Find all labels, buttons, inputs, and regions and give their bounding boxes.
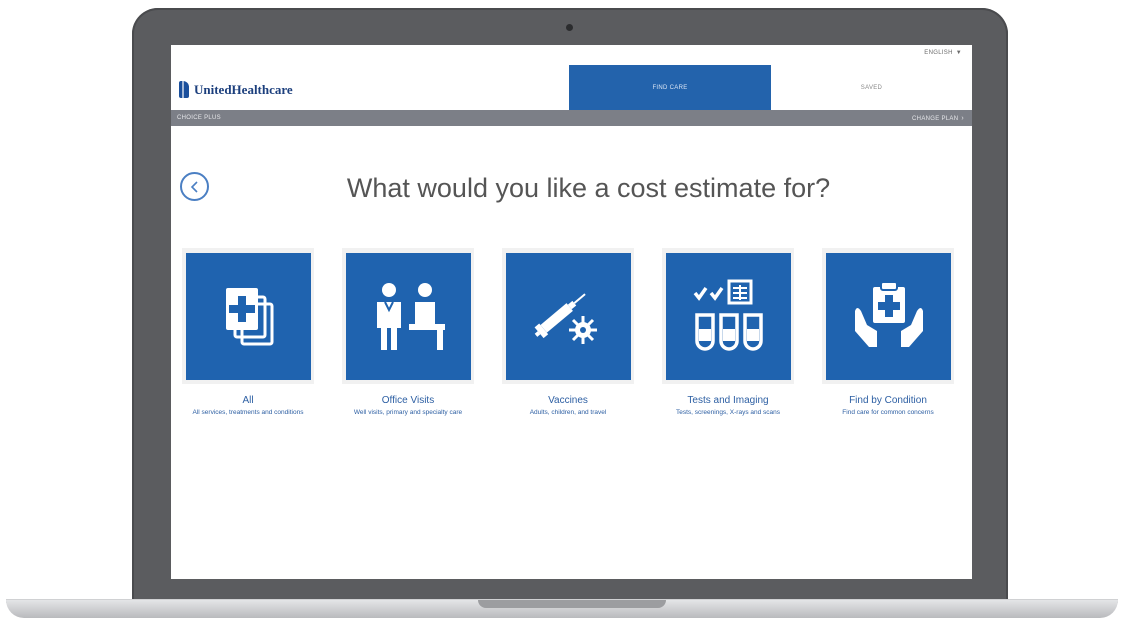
laptop-notch xyxy=(478,600,666,608)
card-description: Well visits, primary and specialty care xyxy=(353,409,463,416)
card-description: Find care for common concerns xyxy=(842,409,934,416)
card-tile[interactable] xyxy=(186,253,311,380)
language-selector[interactable]: ENGLISH ▼ xyxy=(924,50,962,56)
card-title: Office Visits xyxy=(381,395,435,406)
change-plan-label: CHANGE PLAN xyxy=(912,116,959,122)
logo-mark-icon xyxy=(179,81,189,98)
brand-name: UnitedHealthcare xyxy=(194,81,293,97)
card-tile[interactable] xyxy=(666,253,791,380)
plan-name: CHOICE PLUS xyxy=(177,115,221,121)
plan-bar: CHOICE PLUS CHANGE PLAN › xyxy=(171,110,972,126)
syringe-virus-icon xyxy=(534,292,597,344)
card-description: Adults, children, and travel xyxy=(529,409,607,416)
card-description: Tests, screenings, X-rays and scans xyxy=(675,409,781,416)
card-office-visits[interactable]: Office Visits Well visits, primary and s… xyxy=(342,248,474,416)
card-title: All xyxy=(242,395,254,406)
test-tubes-xray-icon xyxy=(693,279,763,351)
card-vaccines[interactable]: Vaccines Adults, children, and travel xyxy=(502,248,634,416)
language-label: ENGLISH xyxy=(924,50,953,56)
hands-clipboard-icon xyxy=(854,280,923,347)
card-title: Vaccines xyxy=(548,395,588,406)
card-title: Find by Condition xyxy=(849,395,927,406)
card-tests-imaging[interactable]: Tests and Imaging Tests, screenings, X-r… xyxy=(662,248,794,416)
card-tile[interactable] xyxy=(346,253,471,380)
tab-saved[interactable]: SAVED xyxy=(771,65,972,110)
tab-find-care[interactable]: FIND CARE xyxy=(569,65,771,110)
card-description: All services, treatments and conditions xyxy=(192,409,304,416)
chevron-right-icon: › xyxy=(961,115,964,122)
doctor-patient-icon xyxy=(376,282,445,350)
page-title: What would you like a cost estimate for? xyxy=(346,173,831,203)
documents-plus-icon xyxy=(225,287,273,345)
card-all[interactable]: All All services, treatments and conditi… xyxy=(182,248,314,416)
card-tile[interactable] xyxy=(506,253,631,380)
brand-logo[interactable]: UnitedHealthcare xyxy=(179,81,293,98)
card-title: Tests and Imaging xyxy=(687,395,769,406)
card-tile[interactable] xyxy=(826,253,951,380)
camera-icon xyxy=(566,24,573,31)
screen: ENGLISH ▼ UnitedHealthcare FIND CARE SAVE… xyxy=(171,45,972,579)
card-find-by-condition[interactable]: Find by Condition Find care for common c… xyxy=(822,248,954,416)
change-plan-link[interactable]: CHANGE PLAN › xyxy=(912,115,964,122)
caret-down-icon: ▼ xyxy=(955,50,962,56)
